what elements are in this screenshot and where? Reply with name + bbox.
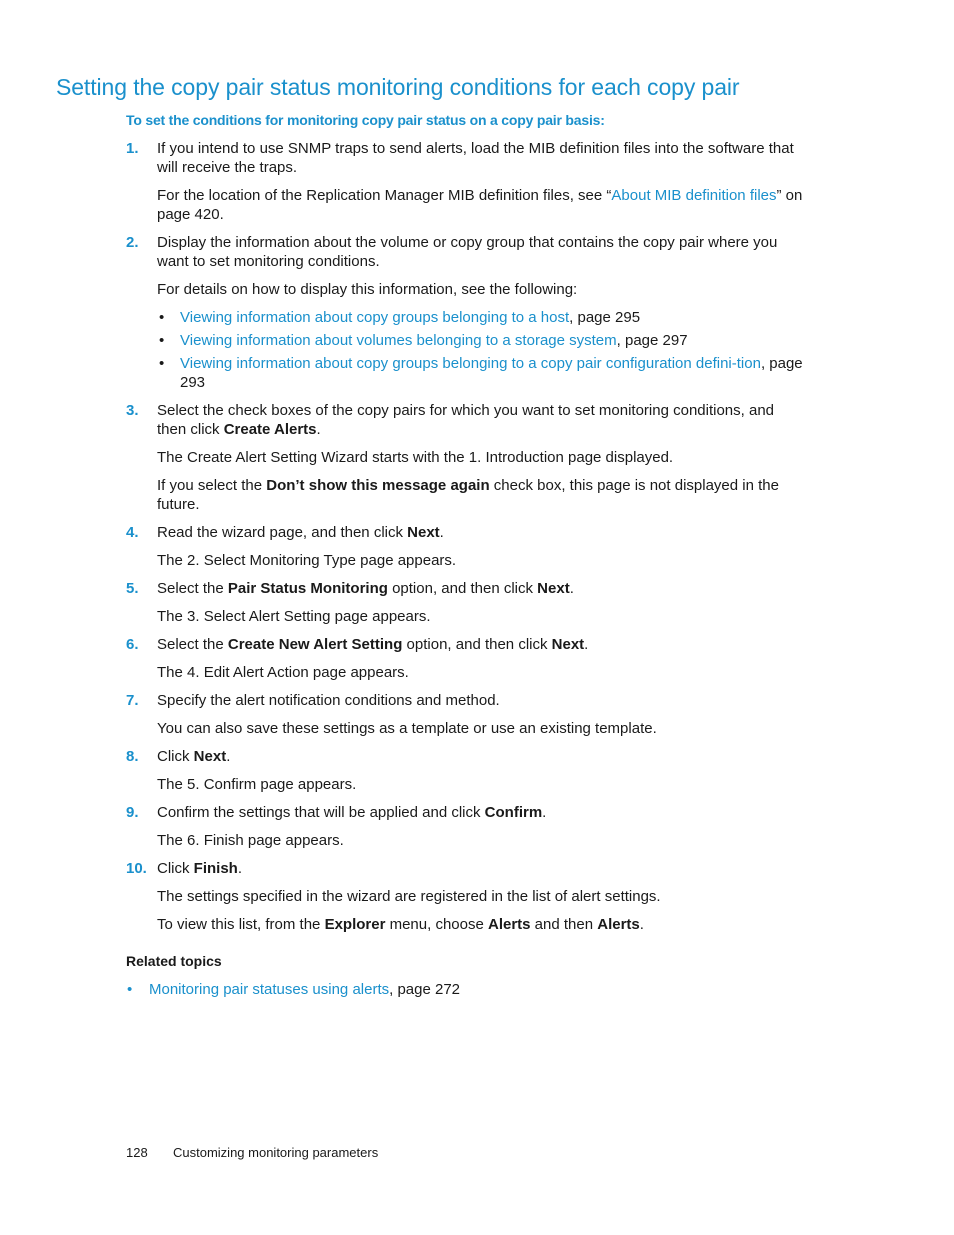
- step-2: 2. Display the information about the vol…: [126, 233, 806, 271]
- ui-label-next: Next: [193, 748, 227, 765]
- step-text: option, and then click: [402, 636, 552, 653]
- step-number: 4.: [126, 524, 139, 541]
- step-text: .: [226, 748, 231, 765]
- note-text: .: [639, 916, 644, 933]
- copy-groups-host-link[interactable]: Viewing information about copy groups be…: [180, 309, 569, 326]
- ui-label-pair-status-monitoring: Pair Status Monitoring: [227, 580, 388, 597]
- page-footer: 128 Customizing monitoring parameters: [126, 1145, 378, 1160]
- ui-label-alerts: Alerts: [487, 916, 531, 933]
- step-number: 8.: [126, 748, 139, 765]
- step-number: 7.: [126, 692, 139, 709]
- step-text: Select the: [157, 580, 228, 597]
- step-text: .: [542, 804, 547, 821]
- step-text: option, and then click: [387, 580, 538, 597]
- step-text: Click: [157, 748, 194, 765]
- procedure-heading: To set the conditions for monitoring cop…: [126, 112, 605, 128]
- step-number: 2.: [126, 234, 139, 251]
- step-number: 9.: [126, 804, 139, 821]
- step-text: Select the: [157, 636, 228, 653]
- list-item: • Viewing information about copy groups …: [126, 308, 806, 327]
- page-ref: , page 295: [569, 309, 641, 326]
- step-5-note: The 3. Select Alert Setting page appears…: [157, 608, 431, 625]
- step-text: .: [316, 421, 321, 438]
- step-text: Confirm the settings that will be applie…: [157, 804, 485, 821]
- note-text: menu, choose: [385, 916, 488, 933]
- related-topic-item: • Monitoring pair statuses using alerts,…: [126, 980, 806, 999]
- bullet-icon: •: [159, 355, 165, 372]
- bullet-icon: •: [159, 309, 165, 326]
- step-8-note: The 5. Confirm page appears.: [157, 776, 357, 793]
- step-text: If you intend to use SNMP traps to send …: [157, 140, 794, 176]
- ui-label-next: Next: [407, 524, 440, 541]
- ui-label-confirm: Confirm: [484, 804, 543, 821]
- procedure-body: 1. If you intend to use SNMP traps to se…: [126, 139, 806, 999]
- list-item: • Viewing information about volumes belo…: [126, 331, 806, 350]
- step-7: 7. Specify the alert notification condit…: [126, 691, 806, 710]
- step-1-note: For the location of the Replication Mana…: [126, 186, 806, 224]
- step-9-note: The 6. Finish page appears.: [157, 832, 344, 849]
- bullet-icon: •: [159, 332, 165, 349]
- page-ref: , page 297: [616, 332, 688, 349]
- step-number: 6.: [126, 636, 139, 653]
- step-text: Read the wizard page, and then click: [157, 524, 408, 541]
- footer-section-title: Customizing monitoring parameters: [173, 1145, 379, 1160]
- step-7-note: You can also save these settings as a te…: [157, 720, 657, 737]
- section-title: Setting the copy pair status monitoring …: [56, 74, 740, 100]
- related-topics-heading: Related topics: [126, 953, 222, 969]
- step-text: Display the information about the volume…: [157, 234, 778, 270]
- mib-definition-link[interactable]: About MIB definition files: [611, 187, 776, 204]
- step-3: 3. Select the check boxes of the copy pa…: [126, 401, 806, 439]
- step-text: Click: [157, 860, 194, 877]
- page-ref: , page 272: [389, 981, 461, 998]
- step-4-note: The 2. Select Monitoring Type page appea…: [157, 552, 457, 569]
- bullet-icon: •: [127, 981, 133, 998]
- step-number: 3.: [126, 402, 139, 419]
- ui-label-finish: Finish: [193, 860, 238, 877]
- copy-groups-config-link[interactable]: Viewing information about copy groups be…: [180, 355, 761, 372]
- step-1: 1. If you intend to use SNMP traps to se…: [126, 139, 806, 177]
- step-2-note: For details on how to display this infor…: [157, 281, 578, 298]
- step-10-note: To view this list, from the Explorer men…: [126, 915, 806, 934]
- step-10-note: The settings specified in the wizard are…: [157, 888, 661, 905]
- step-3-note: If you select the Don’t show this messag…: [126, 476, 806, 514]
- ui-label-dont-show: Don’t show this message again: [266, 477, 490, 494]
- monitoring-pair-statuses-link[interactable]: Monitoring pair statuses using alerts: [149, 981, 389, 998]
- note-text: and then: [530, 916, 598, 933]
- list-item: • Viewing information about copy groups …: [126, 354, 806, 392]
- ui-label-alerts: Alerts: [597, 916, 640, 933]
- note-text: If you select the: [157, 477, 267, 494]
- step-4: 4. Read the wizard page, and then click …: [126, 523, 806, 542]
- step-number: 10.: [126, 860, 147, 877]
- step-9: 9. Confirm the settings that will be app…: [126, 803, 806, 822]
- page-number: 128: [126, 1145, 148, 1160]
- ui-label-explorer: Explorer: [324, 916, 386, 933]
- step-text: .: [584, 636, 589, 653]
- step-text: .: [439, 524, 444, 541]
- step-3-note: The Create Alert Setting Wizard starts w…: [157, 449, 674, 466]
- step-6-note: The 4. Edit Alert Action page appears.: [157, 664, 409, 681]
- ui-label-create-alerts: Create Alerts: [223, 421, 317, 438]
- step-text: Specify the alert notification condition…: [157, 692, 500, 709]
- note-text: For the location of the Replication Mana…: [157, 187, 612, 204]
- step-10: 10. Click Finish.: [126, 859, 806, 878]
- step-6: 6. Select the Create New Alert Setting o…: [126, 635, 806, 654]
- step-text: .: [237, 860, 243, 877]
- ui-label-next: Next: [551, 636, 585, 653]
- step-number: 5.: [126, 580, 139, 597]
- step-5: 5. Select the Pair Status Monitoring opt…: [126, 579, 806, 598]
- note-text: To view this list, from the: [157, 916, 325, 933]
- step-8: 8. Click Next.: [126, 747, 806, 766]
- volumes-storage-link[interactable]: Viewing information about volumes belong…: [180, 332, 617, 349]
- ui-label-create-new-alert-setting: Create New Alert Setting: [227, 636, 403, 653]
- step-number: 1.: [126, 140, 139, 157]
- ui-label-next: Next: [537, 580, 570, 597]
- step-text: .: [569, 580, 574, 597]
